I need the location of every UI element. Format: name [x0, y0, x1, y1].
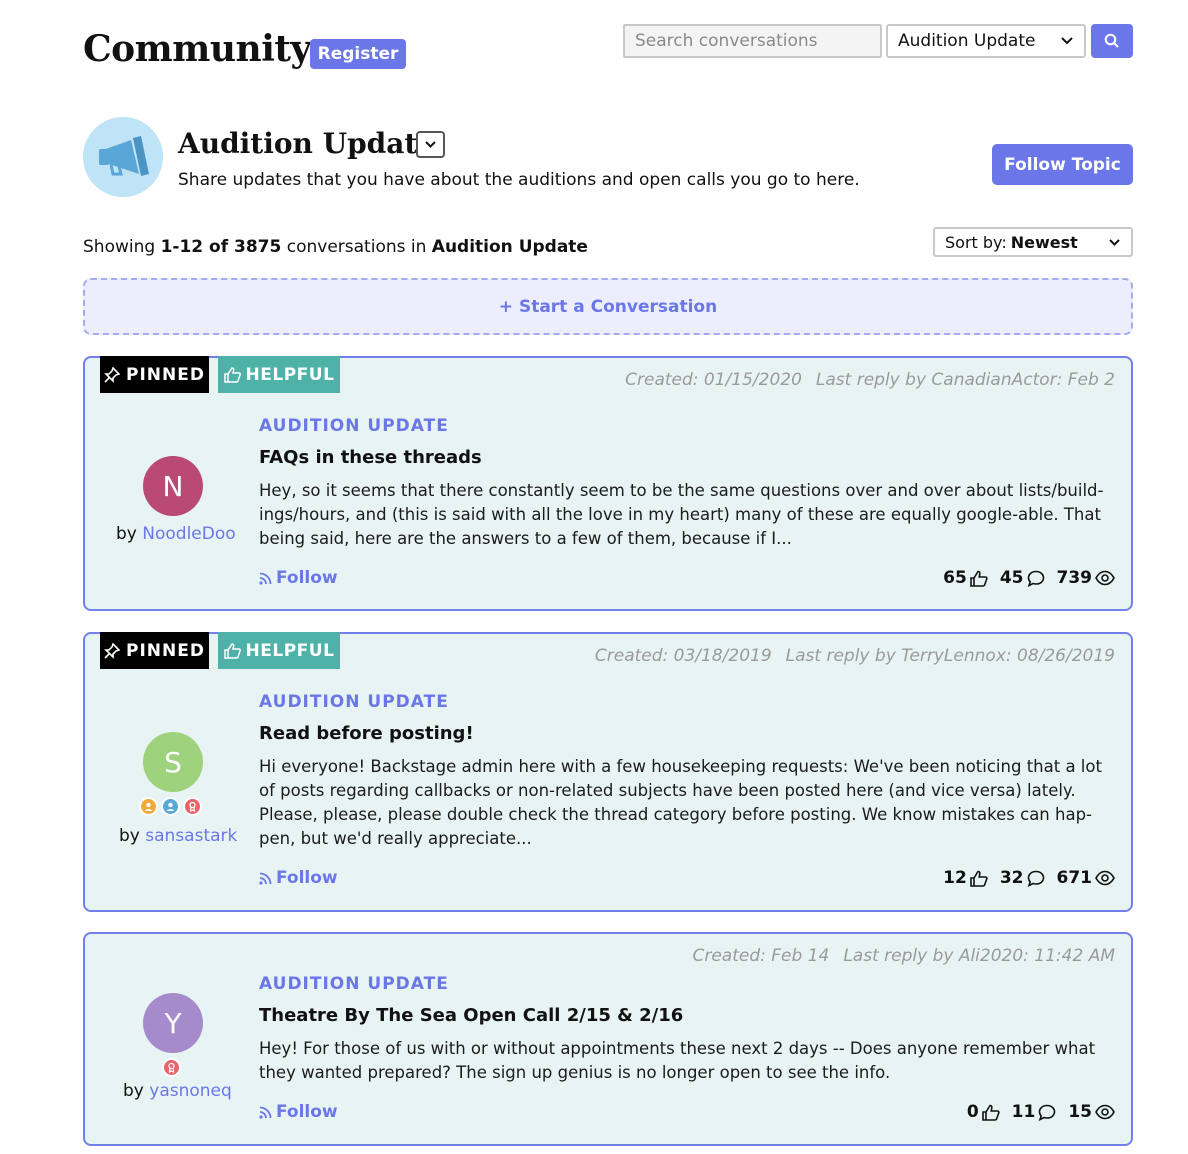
- post-category[interactable]: AUDITION UPDATE: [259, 416, 449, 436]
- pinned-badge: PINNED: [100, 632, 209, 669]
- chevron-down-icon: [425, 141, 436, 148]
- site-title: Community: [83, 28, 311, 70]
- search-button[interactable]: [1091, 24, 1133, 58]
- helpful-badge: HELPFUL: [218, 632, 340, 669]
- like-count[interactable]: 12: [943, 868, 988, 888]
- comment-icon: [1027, 870, 1044, 887]
- thumbs-up-icon: [223, 642, 241, 659]
- comment-icon: [1027, 570, 1044, 587]
- user-badges: [162, 1058, 181, 1077]
- sort-value: Newest: [1010, 232, 1078, 252]
- eye-icon: [1095, 870, 1115, 886]
- view-count: 671: [1057, 868, 1116, 888]
- helpful-badge: HELPFUL: [218, 356, 340, 393]
- post-title[interactable]: FAQs in these threads: [259, 447, 482, 468]
- avatar[interactable]: S: [143, 732, 203, 792]
- post-category[interactable]: AUDITION UPDATE: [259, 692, 449, 712]
- author-byline: by yasnoneq: [123, 1081, 232, 1101]
- author-link[interactable]: yasnoneq: [149, 1081, 232, 1101]
- thumbs-up-icon: [223, 366, 241, 383]
- comment-count[interactable]: 45: [1000, 568, 1045, 588]
- conversation-card[interactable]: PINNED HELPFUL Created: 03/18/2019 Last r…: [83, 632, 1133, 912]
- post-excerpt: Hi everyone! Backstage admin here with a…: [259, 757, 1102, 848]
- sort-label: Sort by:: [945, 232, 1007, 252]
- conversation-card[interactable]: Created: Feb 14 Last reply by Ali2020: 11…: [83, 932, 1133, 1146]
- post-stats: 0 11 15: [955, 1102, 1115, 1122]
- results-summary: Showing 1-12 of 3875 conversations in Au…: [83, 237, 588, 257]
- pin-icon: [104, 642, 121, 659]
- like-count[interactable]: 65: [943, 568, 988, 588]
- follow-post-link[interactable]: Follow: [259, 868, 338, 888]
- follow-post-link[interactable]: Follow: [259, 568, 338, 588]
- ribbon-badge-icon: [183, 797, 202, 816]
- award-badge-icon: [139, 797, 158, 816]
- user-badges: [139, 797, 202, 816]
- chevron-down-icon: [1061, 37, 1073, 45]
- ribbon-badge-icon: [162, 1058, 181, 1077]
- eye-icon: [1095, 570, 1115, 586]
- pinned-badge: PINNED: [100, 356, 209, 393]
- like-count[interactable]: 0: [967, 1102, 1000, 1122]
- post-title[interactable]: Read before posting!: [259, 723, 474, 744]
- post-excerpt: Hey, so it seems that there constantly s…: [259, 481, 1104, 548]
- topic-description: Share updates that you have about the au…: [178, 170, 860, 190]
- rss-icon: [259, 872, 272, 885]
- topic-title: Audition Update: [178, 127, 436, 160]
- avatar[interactable]: N: [143, 456, 203, 516]
- post-stats: 12 32 671: [931, 868, 1115, 888]
- search-icon: [1104, 33, 1119, 48]
- megaphone-icon: [99, 136, 149, 176]
- comment-count[interactable]: 32: [1000, 868, 1045, 888]
- thumbs-up-icon: [970, 870, 988, 887]
- rss-icon: [259, 1106, 272, 1119]
- topic-select-value: Audition Update: [898, 31, 1036, 51]
- post-excerpt: Hey! For those of us with or without app…: [259, 1039, 1096, 1082]
- search-input[interactable]: [623, 24, 882, 58]
- comment-count[interactable]: 11: [1012, 1102, 1057, 1122]
- follow-post-link[interactable]: Follow: [259, 1102, 338, 1122]
- topic-dropdown-toggle[interactable]: [416, 131, 445, 158]
- view-count: 15: [1068, 1102, 1115, 1122]
- comment-icon: [1038, 1104, 1056, 1121]
- post-title[interactable]: Theatre By The Sea Open Call 2/15 & 2/16: [259, 1005, 683, 1026]
- thumbs-up-icon: [981, 1104, 1000, 1121]
- author-link[interactable]: NoodleDoo: [142, 524, 235, 544]
- start-conversation-button[interactable]: + Start a Conversation: [83, 278, 1133, 335]
- post-category[interactable]: AUDITION UPDATE: [259, 974, 449, 994]
- avatar[interactable]: Y: [143, 993, 203, 1053]
- thumbs-up-icon: [970, 570, 988, 587]
- topic-avatar: [83, 117, 163, 197]
- sort-select[interactable]: Sort by: Newest: [933, 227, 1133, 257]
- post-meta: Created: Feb 14 Last reply by Ali2020: 11…: [692, 946, 1115, 966]
- rss-icon: [259, 572, 272, 585]
- post-meta: Created: 03/18/2019 Last reply by TerryLe…: [594, 646, 1115, 666]
- post-stats: 65 45 739: [931, 568, 1115, 588]
- author-byline: by sansastark: [119, 826, 238, 846]
- topic-select[interactable]: Audition Update: [886, 24, 1086, 58]
- author-link[interactable]: sansastark: [145, 826, 237, 846]
- view-count: 739: [1057, 568, 1116, 588]
- eye-icon: [1095, 1104, 1115, 1120]
- member-badge-icon: [161, 797, 180, 816]
- register-button[interactable]: Register: [310, 39, 406, 69]
- conversation-card[interactable]: PINNED HELPFUL Created: 01/15/2020 Last r…: [83, 356, 1133, 611]
- follow-topic-button[interactable]: Follow Topic: [992, 144, 1133, 185]
- author-byline: by NoodleDoo: [116, 524, 236, 544]
- pin-icon: [104, 366, 121, 383]
- post-meta: Created: 01/15/2020 Last reply by Canadia…: [625, 370, 1115, 390]
- chevron-down-icon: [1109, 238, 1120, 246]
